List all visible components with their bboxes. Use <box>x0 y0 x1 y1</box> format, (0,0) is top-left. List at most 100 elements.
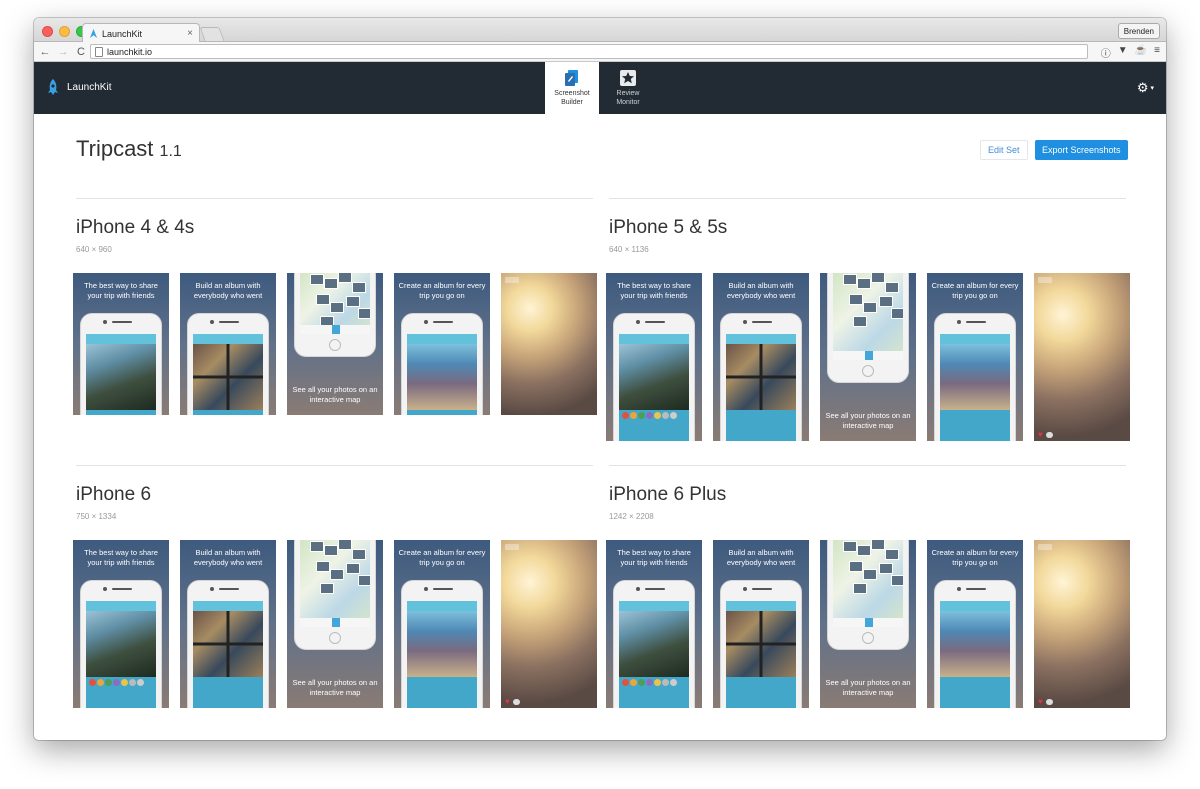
screenshot-build-album[interactable]: Build an album with everybody who went <box>180 273 276 415</box>
info-icon[interactable]: ⓘ <box>1101 45 1111 60</box>
screenshot-interactive-map[interactable]: See all your photos on an interactive ma… <box>820 273 916 441</box>
reload-button[interactable]: C <box>74 46 88 58</box>
tab-bar-active <box>865 618 873 627</box>
phone-camera <box>103 320 107 324</box>
photo-tile <box>330 302 344 313</box>
app-navbar: LaunchKit Screenshot Builder Review Moni… <box>34 62 1166 114</box>
address-bar[interactable]: launchkit.io <box>90 44 1088 59</box>
screenshot-create-album[interactable]: Create an album for every trip you go on <box>927 540 1023 708</box>
launchkit-logo-icon <box>89 29 98 38</box>
photo-tile <box>871 273 885 283</box>
photo-tile <box>879 563 893 574</box>
avatar <box>89 679 96 686</box>
profile-button[interactable]: Brenden <box>1117 23 1160 39</box>
brand-link[interactable]: LaunchKit <box>46 79 111 95</box>
review-monitor-icon <box>620 69 636 86</box>
screenshot-photo-view[interactable]: ♥ <box>1034 273 1130 441</box>
forward-button[interactable]: → <box>56 46 70 58</box>
screenshot-share-trip[interactable]: The best way to share your trip with fri… <box>73 540 169 708</box>
app-header-bar <box>86 334 156 344</box>
app-header-bar <box>940 601 1010 611</box>
screenshot-build-album[interactable]: Build an album with everybody who went <box>713 273 809 441</box>
tab-close-icon[interactable]: × <box>187 28 193 39</box>
pocket-icon[interactable]: ▼ <box>1118 45 1128 60</box>
photo-tile <box>310 541 324 552</box>
back-button[interactable]: ← <box>38 46 52 58</box>
avatar <box>137 679 144 686</box>
tab-review-monitor[interactable]: Review Monitor <box>601 62 655 114</box>
home-button <box>329 632 341 644</box>
screenshot-interactive-map[interactable]: See all your photos on an interactive ma… <box>287 273 383 415</box>
phone-screen <box>193 334 263 415</box>
browser-window: LaunchKit × Brenden ← → C launchkit.io ⓘ… <box>34 18 1166 740</box>
screenshot-create-album[interactable]: Create an album for every trip you go on <box>394 273 490 415</box>
avatar <box>654 679 661 686</box>
photo-tile <box>358 575 370 586</box>
caption: See all your photos on an interactive ma… <box>292 678 378 697</box>
tab-bar <box>300 325 370 334</box>
tab-label-line1: Screenshot <box>554 89 590 97</box>
heart-icon: ♥ <box>1038 697 1043 706</box>
photo-actions: ♥ <box>1038 697 1053 706</box>
avatar <box>105 679 112 686</box>
close-window-button[interactable] <box>42 26 53 37</box>
gear-icon: ⚙ <box>1136 80 1149 95</box>
screenshot-builder-icon <box>564 69 580 86</box>
settings-menu[interactable]: ⚙ ▾ <box>1137 80 1154 96</box>
toolbar-icons: ⓘ ▼ ☕ ≡ <box>1101 45 1160 60</box>
phone-speaker <box>219 588 239 590</box>
photo-content <box>940 611 1010 677</box>
phone-mockup <box>294 540 376 650</box>
tab-label-line2: Monitor <box>616 98 640 106</box>
screenshot-build-album[interactable]: Build an album with everybody who went <box>713 540 809 708</box>
screenshot-create-album[interactable]: Create an album for every trip you go on <box>394 540 490 708</box>
photo-tile <box>891 308 903 319</box>
extension-icon[interactable]: ☕ <box>1135 45 1147 60</box>
section-divider <box>609 465 1126 466</box>
home-button <box>862 632 874 644</box>
app-version: 1.1 <box>159 143 182 160</box>
photo-tile <box>310 274 324 285</box>
device-section: iPhone 6 750 × 1334 <box>76 465 593 521</box>
screenshot-build-album[interactable]: Build an album with everybody who went <box>180 540 276 708</box>
phone-mockup <box>613 313 695 441</box>
phone-mockup <box>934 580 1016 708</box>
photo-badge <box>505 277 519 283</box>
export-screenshots-button[interactable]: Export Screenshots <box>1035 140 1128 160</box>
browser-tab-launchkit[interactable]: LaunchKit × <box>82 23 200 43</box>
screenshot-interactive-map[interactable]: See all your photos on an interactive ma… <box>820 540 916 708</box>
photo-tile <box>324 278 338 289</box>
photo-actions: ♥ <box>1038 430 1053 439</box>
tab-screenshot-builder[interactable]: Screenshot Builder <box>545 62 599 114</box>
screenshot-share-trip[interactable]: The best way to share your trip with fri… <box>73 273 169 415</box>
screenshot-create-album[interactable]: Create an album for every trip you go on <box>927 273 1023 441</box>
photo-tile <box>885 282 899 293</box>
photo-tile <box>346 296 360 307</box>
app-header-bar <box>193 601 263 611</box>
photo-content <box>407 344 477 410</box>
phone-screen <box>407 601 477 708</box>
screenshot-interactive-map[interactable]: See all your photos on an interactive ma… <box>287 540 383 708</box>
screenshot-photo-view[interactable]: ♥ <box>501 540 597 708</box>
screenshot-share-trip[interactable]: The best way to share your trip with fri… <box>606 540 702 708</box>
phone-speaker <box>752 321 772 323</box>
photo-badge <box>1038 544 1052 550</box>
app-header-bar <box>407 334 477 344</box>
screenshot-photo-view[interactable]: ♥ <box>1034 540 1130 708</box>
browser-tab-strip: LaunchKit × Brenden <box>34 18 1166 43</box>
phone-screen <box>619 601 689 708</box>
avatar <box>113 679 120 686</box>
menu-icon[interactable]: ≡ <box>1154 45 1160 60</box>
phone-speaker <box>966 588 986 590</box>
minimize-window-button[interactable] <box>59 26 70 37</box>
phone-mockup <box>294 273 376 357</box>
screenshot-share-trip[interactable]: The best way to share your trip with fri… <box>606 273 702 441</box>
edit-set-button[interactable]: Edit Set <box>980 140 1028 160</box>
screenshot-row: The best way to share your trip with fri… <box>73 273 597 415</box>
main-content: Tripcast 1.1 Edit Set Export Screenshots… <box>34 114 1166 740</box>
comment-icon <box>1045 431 1053 438</box>
phone-screen <box>300 540 370 627</box>
new-tab-button[interactable] <box>199 27 225 41</box>
screenshot-photo-view[interactable] <box>501 273 597 415</box>
photo-tile <box>857 545 871 556</box>
